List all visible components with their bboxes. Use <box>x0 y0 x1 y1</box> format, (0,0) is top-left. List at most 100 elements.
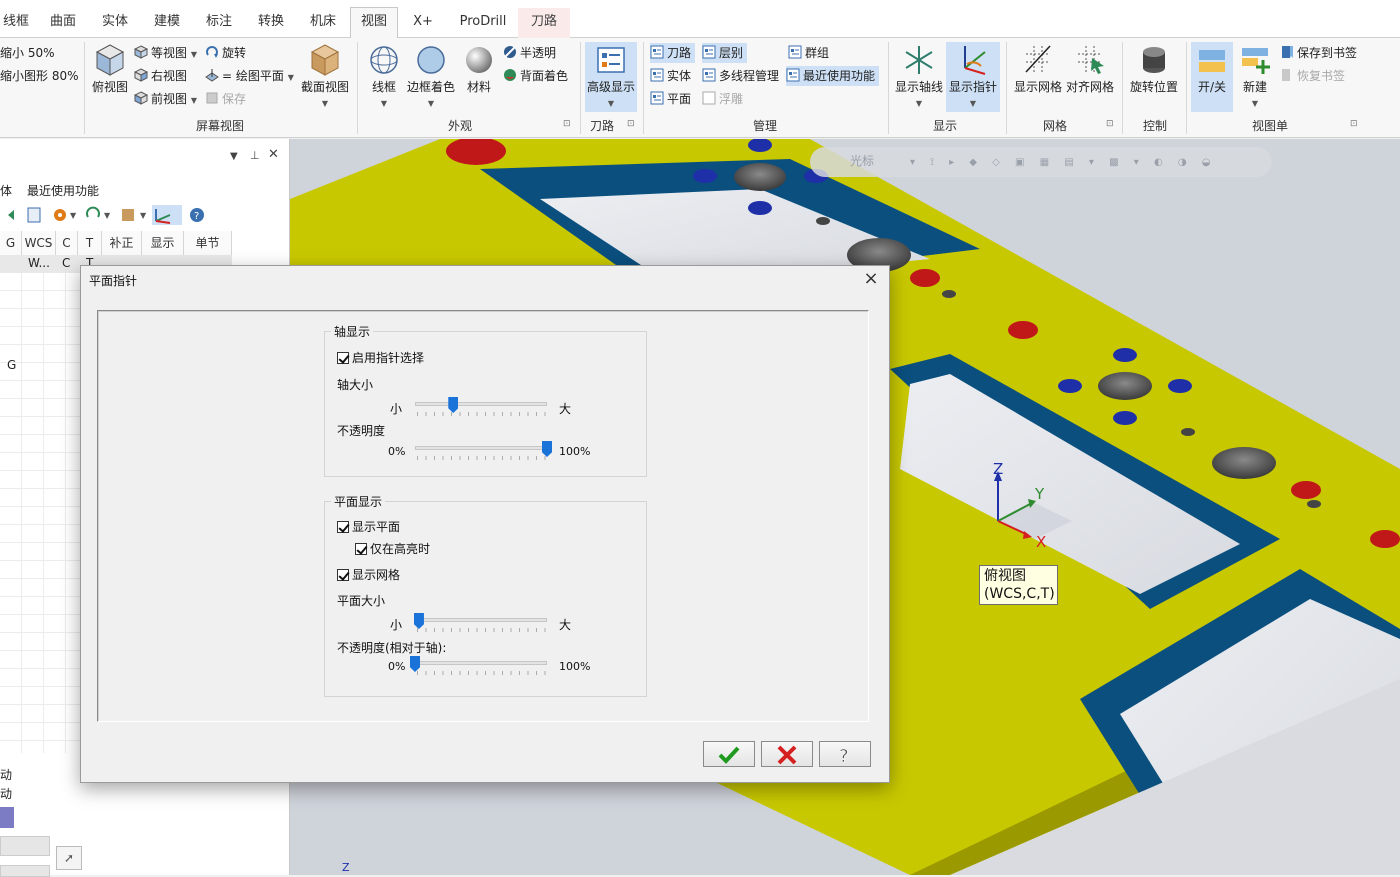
right-view-button[interactable]: 右视图 <box>134 66 187 86</box>
axis-size-ticks <box>417 412 547 416</box>
chevron-down-icon: ▼ <box>287 73 294 82</box>
tab-solid[interactable]: 实体 <box>94 8 136 38</box>
help-button[interactable]: ? <box>819 741 871 767</box>
column-header-offset[interactable]: 补正 <box>102 231 142 255</box>
floating-toolbar-cursor-label[interactable]: 光标 <box>850 152 874 169</box>
column-header-wcs[interactable]: WCS <box>22 231 56 255</box>
column-header-display[interactable]: 显示 <box>142 231 184 255</box>
tab-model[interactable]: 建模 <box>146 8 188 38</box>
column-header-c[interactable]: C <box>56 231 78 255</box>
manage-toolpath-button[interactable]: 刀路 <box>650 43 696 63</box>
only-highlight-checkbox[interactable]: 仅在高亮时 <box>355 540 430 557</box>
show-grid-button[interactable]: 显示网格 <box>1012 42 1064 112</box>
chevron-down-icon: ▼ <box>1251 99 1259 108</box>
recent-functions-button[interactable]: 最近使用功能 <box>786 66 880 86</box>
cancel-button[interactable] <box>761 741 813 767</box>
dialog-launcher-icon[interactable]: ⊡ <box>627 119 635 129</box>
manage-group-button[interactable]: 群组 <box>788 43 829 63</box>
advanced-display-label: 高级显示 <box>586 80 635 94</box>
relief-button[interactable]: 浮雕 <box>702 89 743 109</box>
align-grid-button[interactable]: 对齐网格 <box>1064 42 1116 112</box>
save-view-button[interactable]: 保存 <box>205 89 246 109</box>
relative-opacity-label: 不透明度(相对于轴): <box>337 641 447 655</box>
draw-plane-button[interactable]: = 绘图平面 ▼ <box>205 66 294 86</box>
manage-plane-button[interactable]: 平面 <box>650 89 691 109</box>
panel-close-icon[interactable]: ✕ <box>268 147 279 162</box>
regenerate-icon[interactable] <box>86 206 100 218</box>
help-icon[interactable]: ? <box>190 208 204 222</box>
section-view-button[interactable]: 截面视图 ▼ <box>299 42 351 110</box>
top-view-button[interactable]: 俯视图 <box>90 42 130 102</box>
tab-prodrill[interactable]: ProDrill <box>452 8 514 38</box>
column-header-g[interactable]: G <box>0 231 22 255</box>
rotate-position-button[interactable]: 旋转位置 <box>1128 42 1180 112</box>
panel-menu-chevron-icon[interactable]: ▼ <box>230 151 238 162</box>
show-axes-button[interactable]: 显示轴线 ▼ <box>894 42 944 112</box>
tab-annotate[interactable]: 标注 <box>198 8 240 38</box>
plane-size-slider-thumb[interactable] <box>413 613 424 629</box>
panel-tab-recent[interactable]: 最近使用功能 <box>27 182 99 199</box>
multithread-button[interactable]: 多线程管理 <box>702 66 779 86</box>
viewsheet-new-button[interactable]: 新建 ▼ <box>1236 42 1274 112</box>
axis-pointer-icon[interactable] <box>152 205 182 225</box>
relative-opacity-slider-thumb[interactable] <box>410 656 420 672</box>
enable-pointer-select-checkbox[interactable]: 启用指针选择 <box>337 349 424 366</box>
viewsheet-toggle-button[interactable]: 开/关 <box>1191 42 1233 112</box>
tab-transform[interactable]: 转换 <box>250 8 292 38</box>
dialog-launcher-icon[interactable]: ⊡ <box>563 119 571 129</box>
dialog-launcher-icon[interactable]: ⊡ <box>1350 119 1358 129</box>
advanced-display-button[interactable]: 高级显示 ▼ <box>585 42 637 112</box>
undo-icon[interactable] <box>8 210 14 220</box>
column-header-t[interactable]: T <box>78 231 102 255</box>
axis-size-slider-thumb[interactable] <box>448 397 459 413</box>
floating-toolbar-icons[interactable]: ▾ ⟟ ▸ ◆ ◇ ▣ ▦ ▤ ▾ ▩ ▾ ◐ ◑ ◒ <box>910 157 1216 168</box>
panel-input-field[interactable] <box>0 865 50 877</box>
close-icon[interactable]: × <box>861 268 881 289</box>
back-shade-button[interactable]: 背面着色 <box>503 66 568 86</box>
group-manager-icon <box>788 45 802 59</box>
save-view-label: 保存 <box>222 92 247 106</box>
box-icon[interactable] <box>122 209 134 221</box>
show-axes-label: 显示轴线 <box>894 80 943 94</box>
plane-pointer-icon <box>964 46 986 75</box>
opacity-slider-thumb[interactable] <box>542 441 552 457</box>
wireframe-button[interactable]: 线框 ▼ <box>364 42 404 110</box>
translucent-button[interactable]: 半透明 <box>503 43 556 63</box>
svg-text:?: ? <box>839 746 849 765</box>
tab-wireframe[interactable]: 线框 <box>0 8 32 38</box>
save-bookmark-button[interactable]: 保存到书签 <box>1280 43 1357 63</box>
tab-surface[interactable]: 曲面 <box>42 8 84 38</box>
color-swatch[interactable] <box>0 807 14 828</box>
restore-bookmark-button[interactable]: 恢复书签 <box>1280 66 1345 86</box>
viewsheet-new-icon <box>1242 48 1270 74</box>
ok-button[interactable] <box>703 741 755 767</box>
align-grid-label: 对齐网格 <box>1065 80 1114 94</box>
tab-xplus[interactable]: X+ <box>406 8 440 38</box>
material-button[interactable]: 材料 <box>460 42 498 110</box>
shrink-80-button[interactable]: 缩小图形 80% <box>0 66 79 86</box>
cursor-select-button[interactable]: ➚ <box>56 846 82 870</box>
iso-view-button[interactable]: 等视图 ▼ <box>134 43 197 63</box>
rotate-button[interactable]: 旋转 <box>205 43 246 63</box>
pin-icon[interactable]: ⊥ <box>250 149 260 162</box>
tab-machine[interactable]: 机床 <box>302 8 344 38</box>
show-plane-checkbox[interactable]: 显示平面 <box>337 518 400 535</box>
panel-tab-solid[interactable]: 体 <box>0 182 12 199</box>
manage-layer-button[interactable]: 层别 <box>702 43 748 63</box>
panel-input-field[interactable] <box>0 836 50 856</box>
front-view-button[interactable]: 前视图 ▼ <box>134 89 197 109</box>
axis-size-label: 轴大小 <box>337 378 374 392</box>
shrink-50-button[interactable]: 缩小 50% <box>0 43 55 63</box>
dialog-launcher-icon[interactable]: ⊡ <box>1106 119 1114 129</box>
column-header-section[interactable]: 单节 <box>184 231 232 255</box>
show-grid-checkbox[interactable]: 显示网格 <box>337 566 400 583</box>
tab-toolpath[interactable]: 刀路 <box>518 8 570 38</box>
manage-solid-label: 实体 <box>667 69 692 83</box>
show-pointer-label: 显示指针 <box>948 80 997 94</box>
gear-icon[interactable] <box>54 209 66 221</box>
manage-solid-button[interactable]: 实体 <box>650 66 691 86</box>
show-pointer-button[interactable]: 显示指针 ▼ <box>946 42 1000 112</box>
document-icon[interactable] <box>27 207 41 223</box>
tab-view[interactable]: 视图 <box>350 7 398 39</box>
edge-shade-button[interactable]: 边框着色 ▼ <box>406 42 456 110</box>
